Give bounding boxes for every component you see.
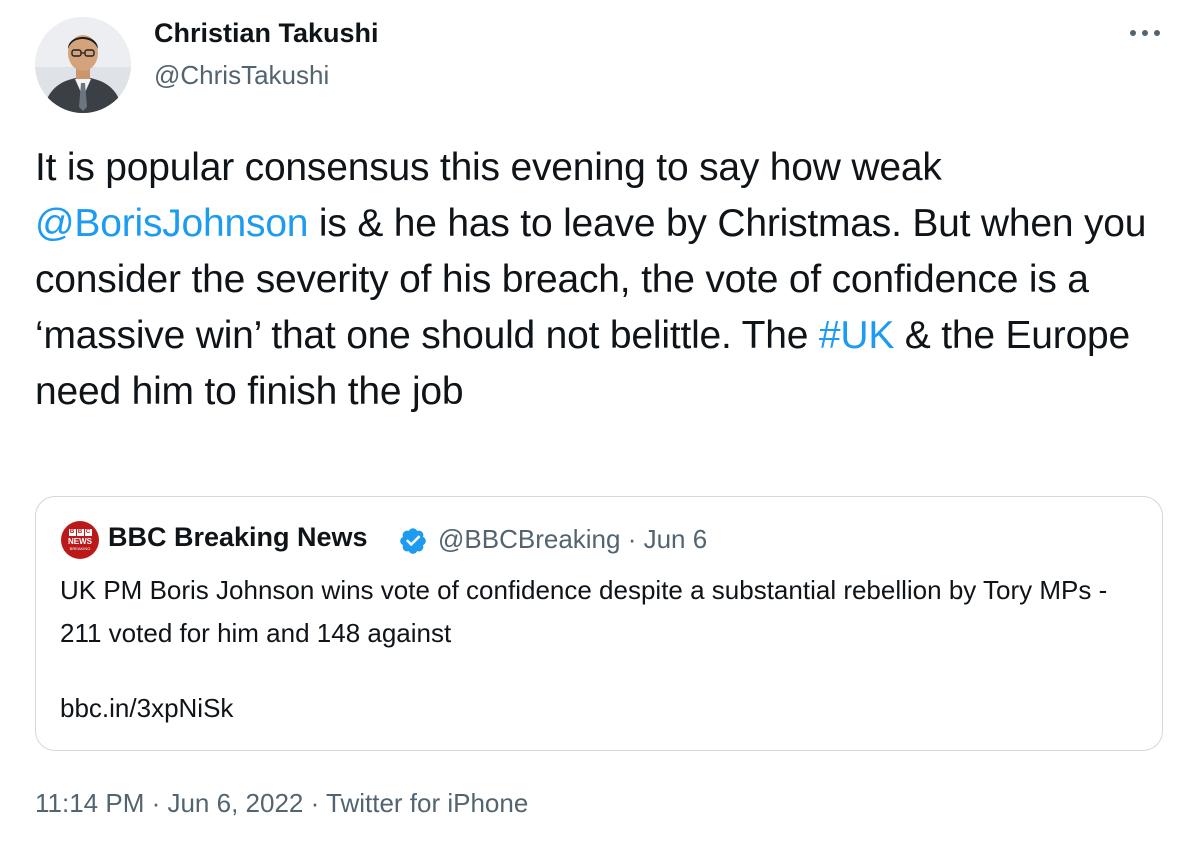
- tweet-source: Twitter for iPhone: [326, 788, 529, 818]
- author-handle[interactable]: @ChrisTakushi: [154, 60, 329, 91]
- more-options-button[interactable]: [1120, 18, 1170, 48]
- tweet-date[interactable]: Jun 6, 2022: [167, 788, 303, 818]
- bbc-news-logo-icon: B B C NEWS BREAKING: [61, 521, 99, 559]
- profile-photo-icon: [35, 17, 131, 113]
- bbc-logo-letter: B: [68, 529, 76, 536]
- bbc-logo-letter: B: [76, 529, 84, 536]
- tweet-text: It is popular consensus this evening to …: [35, 140, 1165, 420]
- more-horizontal-icon: [1130, 30, 1160, 36]
- quoted-tweet-text: UK PM Boris Johnson wins vote of confide…: [60, 575, 1108, 648]
- quoted-tweet-card[interactable]: B B C NEWS BREAKING BBC Breaking News @B…: [35, 496, 1163, 751]
- bbc-logo-letter: C: [84, 529, 92, 536]
- hashtag-link[interactable]: #UK: [819, 314, 894, 357]
- author-name[interactable]: Christian Takushi: [154, 18, 379, 49]
- bbc-logo-breaking: BREAKING: [69, 546, 91, 551]
- tweet-time[interactable]: 11:14 PM: [35, 788, 144, 818]
- bbc-logo-boxes: B B C: [68, 529, 92, 536]
- mention-link[interactable]: @BorisJohnson: [35, 202, 308, 245]
- quoted-author-name: BBC Breaking News: [108, 522, 368, 552]
- quoted-author-handle-date: @BBCBreaking · Jun 6: [438, 524, 708, 554]
- meta-separator: ·: [144, 788, 168, 818]
- meta-separator: ·: [303, 788, 326, 818]
- bbc-logo-news: NEWS: [68, 537, 92, 546]
- author-avatar[interactable]: [35, 17, 131, 113]
- tweet-text-segment: It is popular consensus this evening to …: [35, 146, 942, 189]
- tweet-metadata: 11:14 PM · Jun 6, 2022 · Twitter for iPh…: [35, 788, 528, 819]
- verified-badge-icon: [400, 528, 426, 554]
- quoted-tweet-link[interactable]: bbc.in/3xpNiSk: [60, 693, 233, 724]
